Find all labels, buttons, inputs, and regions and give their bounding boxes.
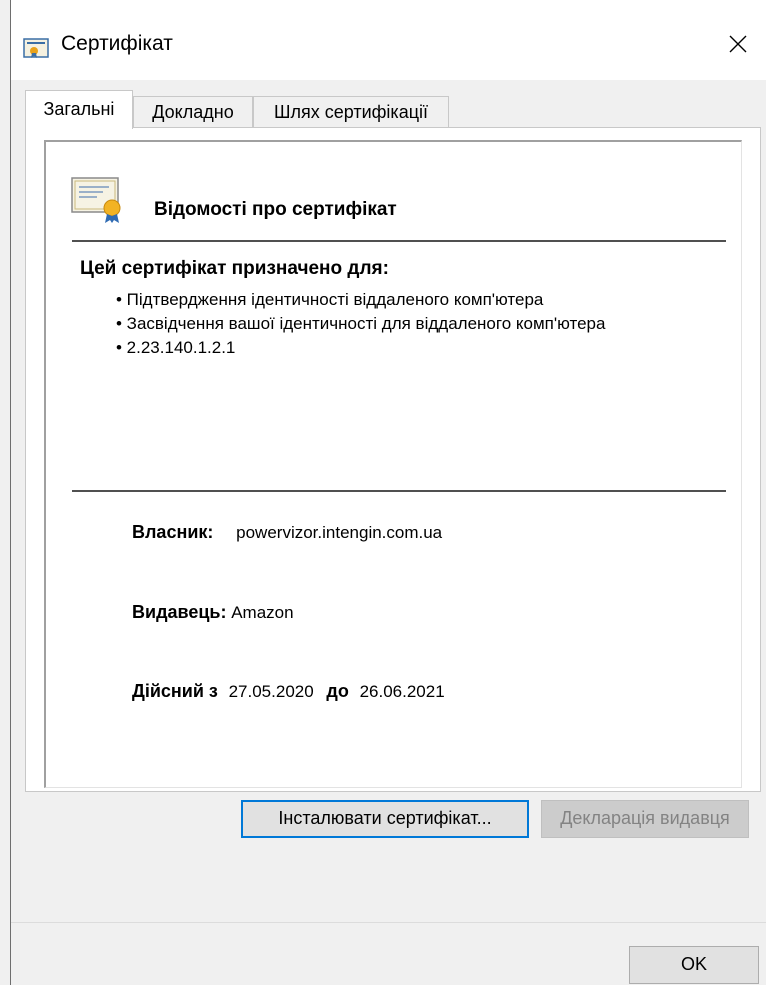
certificate-icon	[23, 38, 49, 58]
issuer-label: Видавець:	[132, 602, 227, 622]
list-item: • Засвідчення вашої ідентичності для від…	[116, 314, 606, 333]
tab-certification-path[interactable]: Шлях сертифікації	[253, 96, 449, 127]
certificate-icon	[71, 177, 121, 223]
valid-from-label: Дійсний з	[132, 681, 218, 701]
purpose-list: • Підтвердження ідентичності віддаленого…	[116, 288, 636, 360]
list-item: • 2.23.140.1.2.1	[116, 338, 236, 357]
close-icon	[729, 35, 747, 53]
footer-divider	[11, 922, 766, 923]
issuer-field: Видавець: Amazon	[132, 602, 294, 623]
certificate-info-title: Відомості про сертифікат	[154, 199, 397, 220]
issuer-value: Amazon	[231, 603, 294, 622]
title-bar: Сертифікат	[11, 0, 766, 80]
certificate-info-box: Відомості про сертифікат Цей сертифікат …	[44, 140, 742, 788]
valid-from-value: 27.05.2020	[228, 682, 314, 701]
close-button[interactable]	[710, 22, 766, 66]
owner-label: Власник:	[132, 522, 214, 542]
general-tab-panel: Відомості про сертифікат Цей сертифікат …	[25, 127, 761, 792]
tab-details[interactable]: Докладно	[133, 96, 253, 127]
valid-to-label: до	[326, 681, 349, 701]
divider	[72, 240, 726, 242]
valid-to-value: 26.06.2021	[359, 682, 445, 701]
purpose-heading: Цей сертифікат призначено для:	[80, 258, 389, 279]
ok-button[interactable]: OK	[629, 946, 759, 984]
tab-general[interactable]: Загальні	[25, 90, 133, 129]
owner-value: powervizor.intengin.com.ua	[236, 523, 443, 542]
issuer-statement-button[interactable]: Декларація видавця	[541, 800, 749, 838]
validity-field: Дійсний з 27.05.2020 до 26.06.2021	[132, 681, 445, 702]
certificate-dialog: Сертифікат Загальні Докладно Шлях сертиф…	[10, 0, 766, 985]
divider	[72, 490, 726, 492]
install-certificate-button[interactable]: Інсталювати сертифікат...	[241, 800, 529, 838]
list-item: • Підтвердження ідентичності віддаленого…	[116, 290, 544, 309]
window-title: Сертифікат	[61, 32, 173, 55]
owner-field: Власник: powervizor.intengin.com.ua	[132, 522, 442, 543]
